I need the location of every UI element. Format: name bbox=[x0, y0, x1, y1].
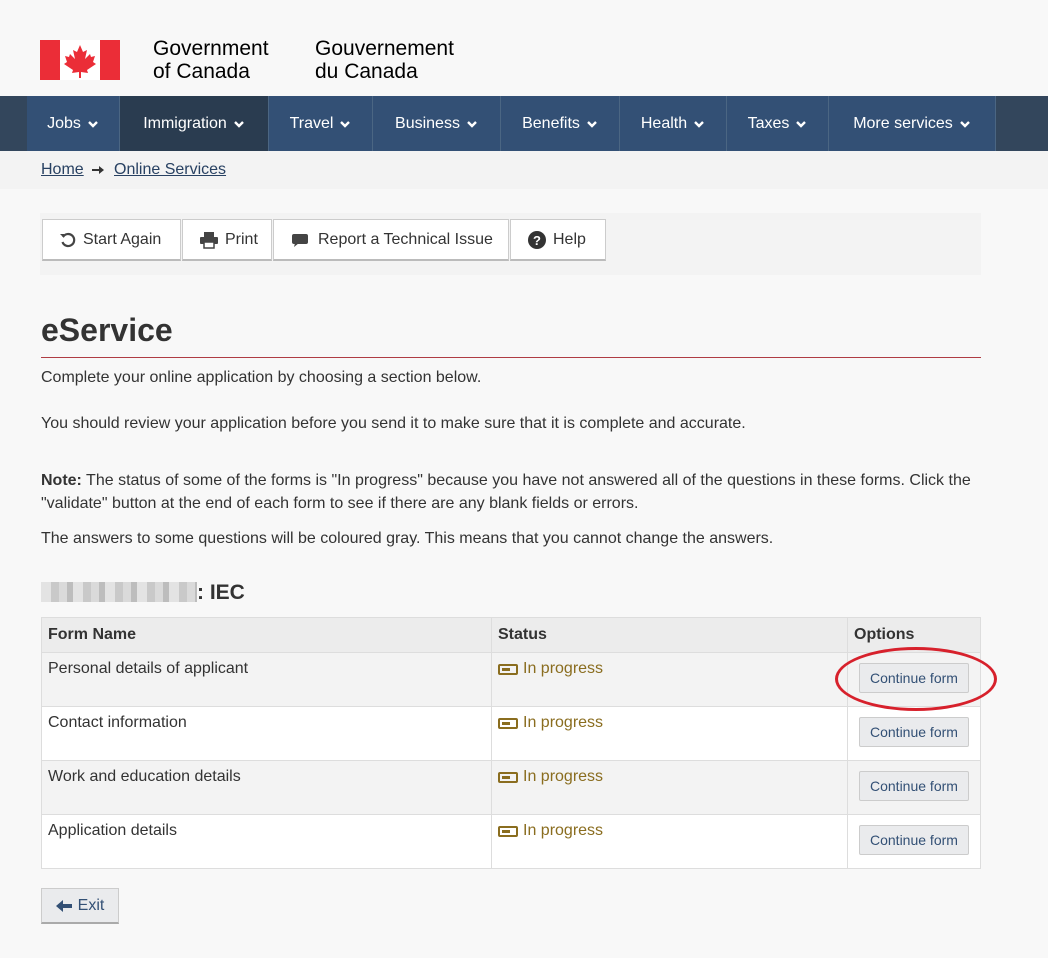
signature-french[interactable]: Gouvernement du Canada bbox=[315, 37, 454, 83]
form-name: Application details bbox=[41, 814, 492, 869]
signature-english[interactable]: Government of Canada bbox=[153, 37, 269, 83]
chevron-down-icon bbox=[796, 120, 807, 128]
action-toolbar: Start Again Print Report a Technical Iss… bbox=[40, 213, 981, 275]
menu-item-benefits[interactable]: Benefits bbox=[501, 96, 620, 151]
start-again-button[interactable]: Start Again bbox=[42, 219, 181, 261]
status-badge: In progress bbox=[498, 768, 841, 786]
page-title: eService bbox=[41, 312, 173, 348]
exit-button[interactable]: Exit bbox=[41, 888, 119, 924]
form-name: Personal details of applicant bbox=[41, 652, 492, 707]
table-row: Contact information In progress Continue… bbox=[41, 706, 981, 761]
svg-text:?: ? bbox=[533, 233, 541, 248]
menu-item-taxes[interactable]: Taxes bbox=[727, 96, 829, 151]
continue-form-button[interactable]: Continue form bbox=[859, 825, 969, 855]
forms-table: Form Name Status Options Personal detail… bbox=[41, 617, 981, 869]
breadcrumb-home[interactable]: Home bbox=[41, 161, 84, 179]
chevron-down-icon bbox=[467, 120, 477, 128]
review-text: You should review your application befor… bbox=[41, 415, 746, 432]
continue-form-button[interactable]: Continue form bbox=[859, 771, 969, 801]
main-menu: Jobs Immigration Travel Business Benefit… bbox=[0, 96, 1048, 151]
status-progress-icon bbox=[498, 717, 518, 729]
note-text: Note: The status of some of the forms is… bbox=[41, 472, 971, 512]
status-progress-icon bbox=[498, 771, 518, 783]
menu-item-jobs[interactable]: Jobs bbox=[27, 96, 120, 151]
status-badge: In progress bbox=[498, 822, 841, 840]
status-progress-icon bbox=[498, 663, 518, 675]
annotation-circle bbox=[835, 647, 997, 711]
breadcrumb-online-services[interactable]: Online Services bbox=[114, 161, 226, 179]
menu-item-business[interactable]: Business bbox=[373, 96, 501, 151]
site-header: Government of Canada Gouvernement du Can… bbox=[0, 0, 1048, 96]
chevron-down-icon bbox=[88, 120, 98, 128]
comment-icon bbox=[292, 233, 308, 247]
arrow-right-icon bbox=[92, 166, 104, 174]
gray-answers-text: The answers to some questions will be co… bbox=[41, 530, 774, 547]
form-name: Work and education details bbox=[41, 760, 492, 815]
chevron-down-icon bbox=[340, 120, 351, 128]
status-badge: In progress bbox=[498, 660, 841, 678]
print-button[interactable]: Print bbox=[182, 219, 272, 261]
column-form-name: Form Name bbox=[41, 617, 492, 653]
menu-item-travel[interactable]: Travel bbox=[269, 96, 373, 151]
report-technical-issue-button[interactable]: Report a Technical Issue bbox=[273, 219, 509, 261]
menu-item-more-services[interactable]: More services bbox=[829, 96, 996, 151]
printer-icon bbox=[200, 231, 218, 249]
table-header-row: Form Name Status Options bbox=[41, 617, 981, 653]
continue-form-button[interactable]: Continue form bbox=[859, 717, 969, 747]
table-row: Application details In progress Continue… bbox=[41, 814, 981, 869]
intro-text: Complete your online application by choo… bbox=[41, 369, 482, 386]
chevron-down-icon bbox=[959, 120, 970, 128]
arrow-left-icon bbox=[55, 899, 72, 912]
column-status: Status bbox=[491, 617, 848, 653]
breadcrumb: Home Online Services bbox=[0, 151, 1048, 189]
chevron-down-icon bbox=[694, 120, 704, 128]
question-icon: ? bbox=[528, 230, 546, 249]
status-progress-icon bbox=[498, 825, 518, 837]
title-divider bbox=[41, 357, 981, 358]
section-heading: : IEC bbox=[41, 581, 245, 605]
redacted-name bbox=[41, 582, 197, 602]
table-row: Work and education details In progress C… bbox=[41, 760, 981, 815]
status-badge: In progress bbox=[498, 714, 841, 732]
menu-item-health[interactable]: Health bbox=[620, 96, 727, 151]
help-button[interactable]: ? Help bbox=[510, 219, 606, 261]
restart-icon bbox=[60, 232, 76, 247]
menu-item-immigration[interactable]: Immigration bbox=[120, 96, 269, 151]
chevron-down-icon bbox=[233, 120, 244, 128]
form-name: Contact information bbox=[41, 706, 492, 761]
chevron-down-icon bbox=[587, 120, 597, 128]
canada-flag-icon[interactable] bbox=[40, 40, 120, 80]
